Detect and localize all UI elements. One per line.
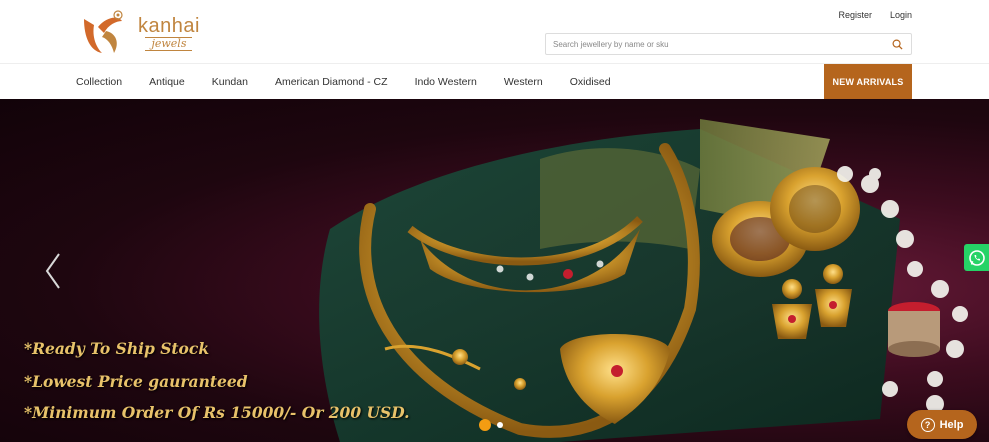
brand-logo[interactable]: kanhai jewels bbox=[76, 6, 216, 60]
help-button[interactable]: ? Help bbox=[907, 410, 977, 439]
nav-item-kundan[interactable]: Kundan bbox=[212, 76, 248, 88]
account-links: Register Login bbox=[838, 10, 912, 20]
nav-item-american-diamond[interactable]: American Diamond - CZ bbox=[275, 76, 388, 88]
search-icon[interactable] bbox=[887, 34, 907, 54]
main-nav: Collection Antique Kundan American Diamo… bbox=[0, 63, 989, 100]
logo-mark-icon bbox=[84, 10, 123, 53]
nav-item-antique[interactable]: Antique bbox=[149, 76, 185, 88]
help-label: Help bbox=[939, 418, 964, 431]
promo-line-minimum-order: *Minimum Order Of Rs 15000/- Or 200 USD. bbox=[24, 403, 410, 422]
site-header: kanhai jewels Register Login bbox=[0, 0, 989, 63]
brand-subtitle: jewels bbox=[145, 36, 193, 51]
question-icon: ? bbox=[920, 417, 935, 432]
register-link[interactable]: Register bbox=[838, 10, 872, 20]
promo-line-ready-stock: *Ready To Ship Stock bbox=[24, 339, 210, 358]
nav-item-oxidised[interactable]: Oxidised bbox=[570, 76, 611, 88]
previous-slide-arrow-icon[interactable] bbox=[42, 251, 64, 291]
slide-dot-2[interactable] bbox=[497, 422, 503, 428]
slide-dot-1[interactable] bbox=[479, 419, 491, 431]
nav-item-collection[interactable]: Collection bbox=[76, 76, 122, 88]
nav-item-indo-western[interactable]: Indo Western bbox=[415, 76, 477, 88]
promo-line-lowest-price: *Lowest Price gauranteed bbox=[24, 372, 248, 391]
search-input[interactable] bbox=[546, 34, 887, 54]
nav-item-western[interactable]: Western bbox=[504, 76, 543, 88]
brand-name: kanhai bbox=[138, 14, 200, 37]
new-arrivals-button[interactable]: NEW ARRIVALS bbox=[824, 64, 912, 100]
slider-dots bbox=[479, 419, 503, 431]
search-bar bbox=[545, 33, 912, 55]
whatsapp-icon[interactable] bbox=[964, 244, 989, 271]
login-link[interactable]: Login bbox=[890, 10, 912, 20]
hero-banner[interactable]: *Ready To Ship Stock *Lowest Price gaura… bbox=[0, 99, 989, 442]
